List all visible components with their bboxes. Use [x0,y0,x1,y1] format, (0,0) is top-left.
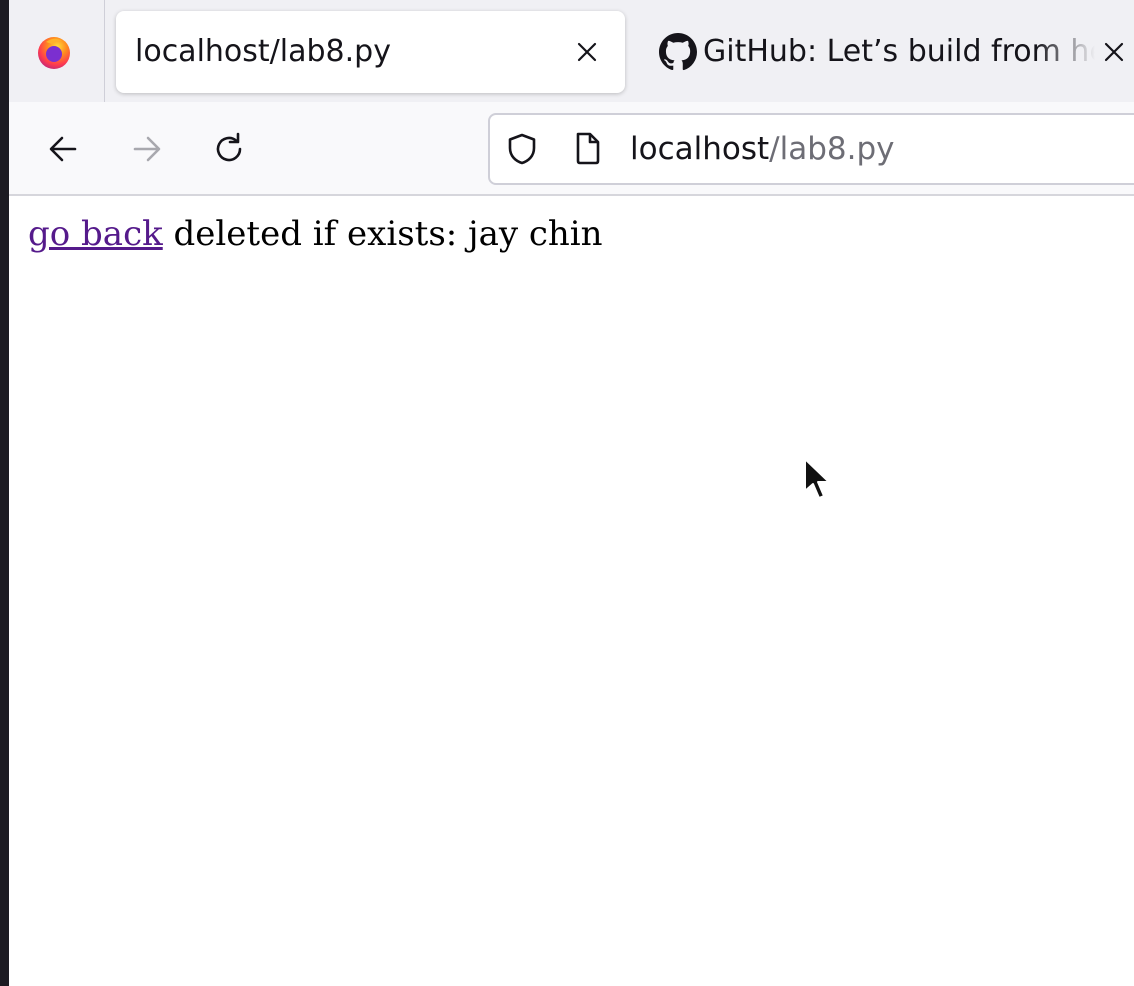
result-message: deleted if exists: jay chin [173,214,603,254]
arrow-right-icon[interactable] [127,129,167,169]
arrow-left-icon[interactable] [43,129,83,169]
desktop-frame: localhost/lab8.py GitHub: Let’s build fr… [0,0,1134,986]
shield-icon[interactable] [504,131,540,167]
firefox-icon [38,37,70,69]
url-host: localhost [630,131,770,167]
close-icon[interactable] [1098,36,1130,68]
tab-strip: localhost/lab8.py GitHub: Let’s build fr… [9,0,1134,102]
tab-title: localhost/lab8.py [135,34,391,69]
tab-title: GitHub: Let’s build from here [703,34,1095,69]
url-text[interactable]: localhost/lab8.py [630,115,895,183]
result-line: go back deleted if exists: jay chin [28,214,603,254]
url-bar[interactable]: localhost/lab8.py [488,113,1134,185]
page-icon[interactable] [570,130,606,166]
url-path: /lab8.py [769,131,895,167]
firefox-view-button[interactable] [9,0,105,102]
navigation-toolbar: localhost/lab8.py [9,102,1134,196]
tab-localhost[interactable]: localhost/lab8.py [116,11,625,93]
go-back-link[interactable]: go back [28,214,163,254]
close-icon[interactable] [571,36,603,68]
page-content: go back deleted if exists: jay chin [9,196,1134,986]
tab-github[interactable]: GitHub: Let’s build from here [637,11,1134,93]
browser-window: localhost/lab8.py GitHub: Let’s build fr… [9,0,1134,986]
github-icon [659,33,697,71]
reload-icon[interactable] [209,129,249,169]
